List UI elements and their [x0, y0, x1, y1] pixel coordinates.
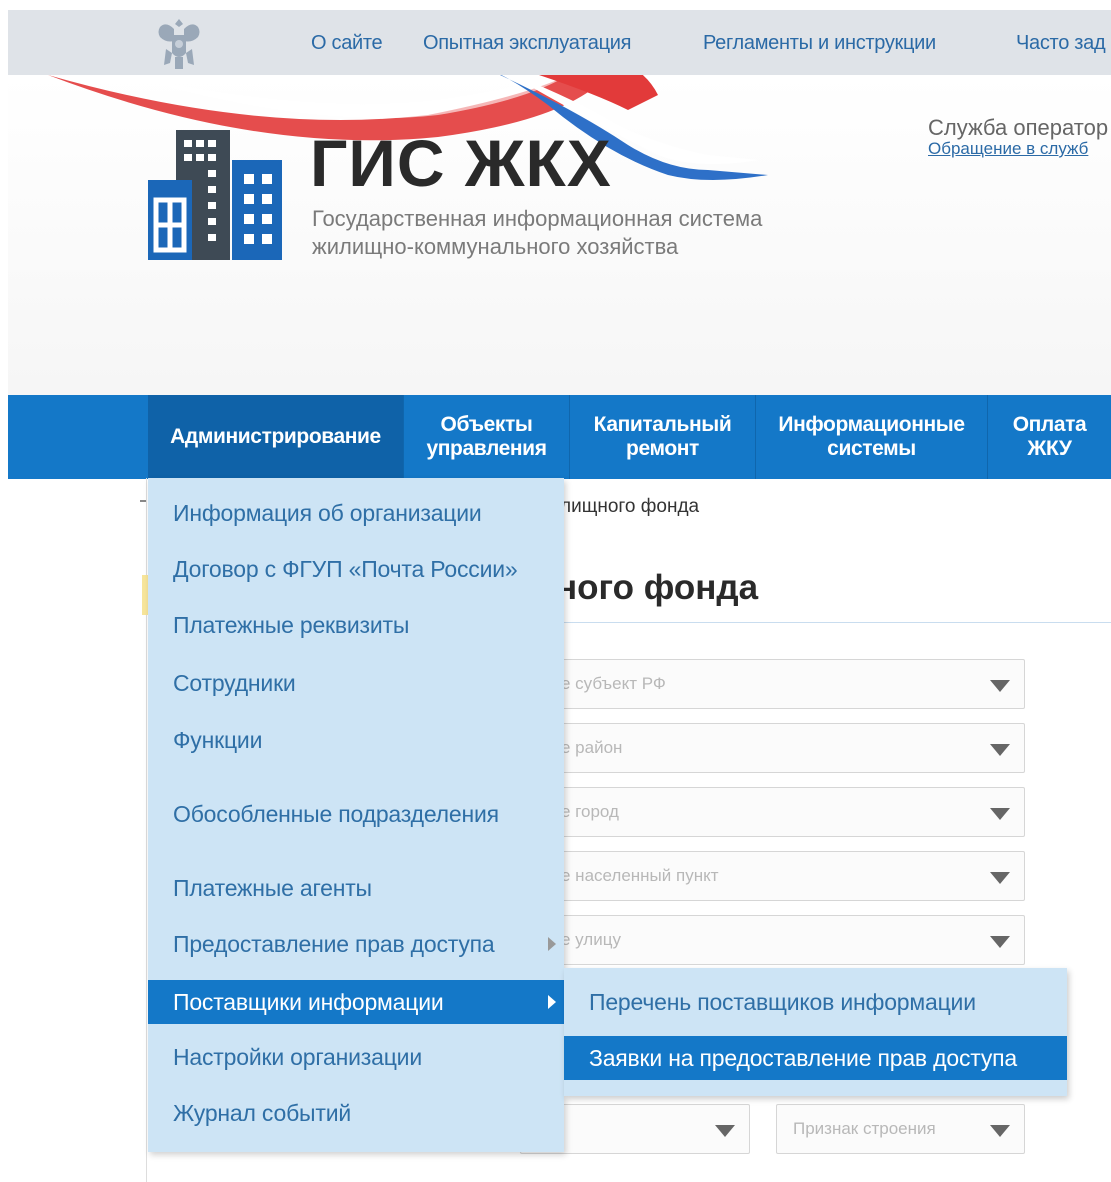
- main-nav-label: управления: [426, 437, 547, 460]
- breadcrumb[interactable]: лищного фонда: [560, 496, 699, 518]
- gis-zhkh-logo-icon: [148, 130, 282, 260]
- main-nav-label: Объекты: [440, 413, 533, 436]
- coat-of-arms-icon: [158, 19, 200, 69]
- site-subtitle: Государственная информационная система ж…: [312, 205, 762, 261]
- support-link[interactable]: Обращение в служб: [928, 139, 1108, 159]
- main-nav-label: системы: [827, 437, 916, 460]
- top-bar: О сайте Опытная эксплуатация Регламенты …: [8, 10, 1111, 75]
- nav-link-trial-operation[interactable]: Опытная эксплуатация: [423, 32, 631, 55]
- menu-item-label: Сотрудники: [173, 669, 296, 696]
- menu-item-label: Поставщики информации: [173, 988, 444, 1015]
- select-placeholder: е субъект РФ: [561, 674, 666, 693]
- menu-item-subdivisions[interactable]: Обособленные подразделения: [148, 792, 564, 836]
- dropdown-arrow-icon: [715, 1125, 735, 1137]
- dropdown-arrow-icon: [990, 808, 1010, 820]
- dropdown-arrow-icon: [990, 744, 1010, 756]
- select-placeholder: Признак строения: [793, 1119, 936, 1138]
- menu-item-org-settings[interactable]: Настройки организации: [148, 1035, 564, 1079]
- nav-link-regulations[interactable]: Регламенты и инструкции: [703, 32, 936, 55]
- select-street[interactable]: е улицу: [520, 915, 1025, 965]
- main-nav-label: Администрирование: [170, 425, 381, 448]
- menu-item-label: Обособленные подразделения: [173, 800, 499, 827]
- submenu-item-label: Перечень поставщиков информации: [589, 988, 976, 1015]
- submenu-item-label: Заявки на предоставление прав доступа: [589, 1044, 1017, 1071]
- submenu-arrow-icon: [548, 937, 556, 951]
- info-providers-submenu: Перечень поставщиков информации Заявки н…: [564, 968, 1067, 1096]
- menu-item-label: Платежные реквизиты: [173, 611, 410, 638]
- menu-item-payment-agents[interactable]: Платежные агенты: [148, 866, 564, 910]
- title-divider: [556, 622, 1111, 623]
- select-settlement[interactable]: е населенный пункт: [520, 851, 1025, 901]
- menu-item-functions[interactable]: Функции: [148, 718, 564, 762]
- menu-item-event-log[interactable]: Журнал событий: [148, 1091, 564, 1135]
- select-region[interactable]: е субъект РФ: [520, 659, 1025, 709]
- site-header: ГИС ЖКХ Государственная информационная с…: [8, 75, 1111, 395]
- submenu-item-providers-list[interactable]: Перечень поставщиков информации: [564, 980, 1067, 1024]
- site-title: ГИС ЖКХ: [310, 126, 612, 200]
- main-nav-label: ремонт: [626, 437, 699, 460]
- dropdown-arrow-icon: [990, 680, 1010, 692]
- dropdown-arrow-icon: [990, 936, 1010, 948]
- main-nav-label: Оплата: [1012, 413, 1087, 436]
- menu-item-access-rights[interactable]: Предоставление прав доступа: [148, 922, 564, 966]
- nav-link-faq[interactable]: Часто зад: [1016, 32, 1106, 55]
- select-district[interactable]: е район: [520, 723, 1025, 773]
- submenu-arrow-icon: [548, 995, 556, 1009]
- main-nav-label: Капитальный: [593, 413, 732, 436]
- menu-item-post-contract[interactable]: Договор с ФГУП «Почта России»: [148, 547, 564, 591]
- select-city[interactable]: е город: [520, 787, 1025, 837]
- menu-item-label: Журнал событий: [173, 1099, 351, 1126]
- menu-item-employees[interactable]: Сотрудники: [148, 661, 564, 705]
- menu-item-payment-details[interactable]: Платежные реквизиты: [148, 603, 564, 647]
- main-nav-capital-repair[interactable]: Капитальный ремонт: [570, 395, 756, 479]
- subtitle-line-1: Государственная информационная система: [312, 206, 763, 231]
- support-title: Служба оператор: [928, 115, 1109, 140]
- main-nav-label: ЖКУ: [1027, 437, 1072, 460]
- select-placeholder: е улицу: [561, 930, 621, 949]
- menu-item-label: Договор с ФГУП «Почта России»: [173, 555, 518, 582]
- main-navigation: Администрирование Объекты управления Капи…: [8, 395, 1111, 479]
- breadcrumb-separator: [140, 500, 146, 502]
- main-nav-administration[interactable]: Администрирование: [148, 395, 404, 479]
- administration-dropdown: Информация об организации Договор с ФГУП…: [148, 478, 564, 1152]
- support-block: Служба оператор Обращение в служб: [928, 115, 1108, 159]
- menu-item-label: Настройки организации: [173, 1043, 422, 1070]
- subtitle-line-2: жилищно-коммунального хозяйства: [312, 234, 679, 259]
- select-placeholder: е населенный пункт: [561, 866, 719, 885]
- select-placeholder: е город: [561, 802, 619, 821]
- menu-item-label: Платежные агенты: [173, 874, 372, 901]
- menu-item-label: Информация об организации: [173, 499, 482, 526]
- select-building-type[interactable]: Признак строения: [776, 1104, 1025, 1154]
- dropdown-arrow-icon: [990, 872, 1010, 884]
- select-placeholder: е район: [561, 738, 623, 757]
- submenu-item-access-requests[interactable]: Заявки на предоставление прав доступа: [564, 1036, 1067, 1080]
- main-nav-information-systems[interactable]: Информационные системы: [756, 395, 988, 479]
- dropdown-arrow-icon: [990, 1125, 1010, 1137]
- main-nav-management-objects[interactable]: Объекты управления: [404, 395, 570, 479]
- page-title: ного фонда: [556, 568, 759, 607]
- main-nav-payment[interactable]: Оплата ЖКУ: [988, 395, 1111, 479]
- menu-item-label: Функции: [173, 726, 263, 753]
- nav-link-about[interactable]: О сайте: [311, 32, 383, 55]
- main-nav-label: Информационные: [778, 413, 965, 436]
- menu-item-label: Предоставление прав доступа: [173, 930, 495, 957]
- menu-item-organization-info[interactable]: Информация об организации: [148, 491, 564, 535]
- menu-item-info-providers[interactable]: Поставщики информации: [148, 980, 564, 1024]
